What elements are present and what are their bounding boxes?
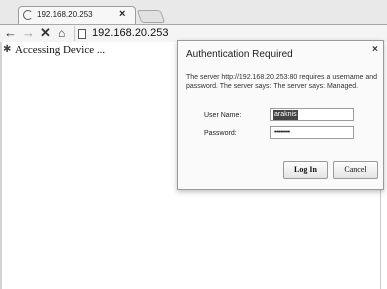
page-status-text: Accessing Device ... (15, 44, 106, 56)
close-icon[interactable]: × (372, 44, 378, 55)
home-icon[interactable]: ⌂ (58, 25, 65, 41)
cancel-button[interactable]: Cancel (333, 161, 378, 179)
back-arrow-icon[interactable]: ← (4, 25, 17, 41)
tab-close-icon[interactable]: × (119, 8, 125, 20)
tab-loading-icon (23, 10, 33, 20)
window-left-edge (0, 42, 2, 289)
loading-spinner-icon: ✱ (3, 44, 12, 55)
forward-arrow-icon[interactable]: → (22, 25, 35, 41)
username-value: araknis (273, 110, 298, 120)
password-label: Password: (204, 130, 237, 137)
username-label: User Name: (204, 112, 242, 119)
authentication-dialog: Authentication Required × The server htt… (177, 40, 384, 190)
dialog-title: Authentication Required (186, 49, 293, 60)
username-input[interactable]: araknis (270, 108, 354, 121)
login-button[interactable]: Log In (283, 161, 328, 179)
page-icon (78, 29, 86, 39)
password-input[interactable]: •••••••• (270, 126, 354, 139)
new-tab-button[interactable] (136, 10, 166, 23)
browser-tab[interactable]: 192.168.20.253 × (18, 6, 136, 24)
address-text[interactable]: 192.168.20.253 (92, 26, 168, 40)
stop-icon[interactable]: ✕ (40, 25, 51, 41)
password-value: •••••••• (274, 129, 290, 136)
dialog-message: The server http://192.168.20.253:80 requ… (186, 74, 378, 90)
tab-title: 192.168.20.253 (37, 10, 93, 19)
